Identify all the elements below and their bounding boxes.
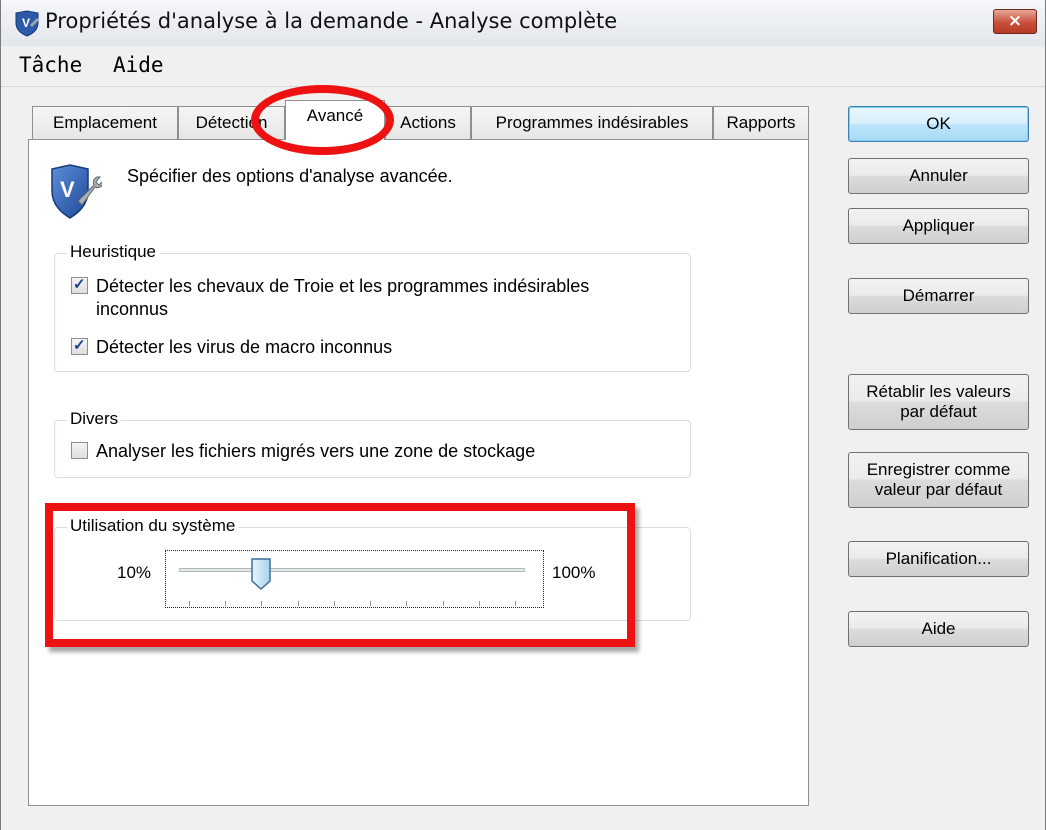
tab-actions[interactable]: Actions — [385, 106, 471, 139]
menu-tache[interactable]: Tâche — [19, 53, 82, 77]
enregistrer-button-label: Enregistrer comme valeur par défaut — [867, 460, 1011, 500]
retablir-line1: Rétablir les valeurs — [866, 382, 1011, 401]
tab-label: Détection — [195, 113, 268, 132]
retablir-defaut-button[interactable]: Rétablir les valeurs par défaut — [848, 374, 1029, 430]
dialog-window: V Propriétés d'analyse à la demande - An… — [0, 0, 1046, 830]
group-title-heuristique: Heuristique — [67, 242, 159, 262]
slider-tick — [261, 601, 263, 606]
slider-tick — [478, 601, 480, 606]
slider-max-label: 100% — [552, 563, 596, 582]
retablir-line2: par défaut — [900, 402, 977, 421]
checkbox-label: Détecter les virus de macro inconnus — [96, 337, 393, 357]
aide-button-label: Aide — [921, 619, 956, 638]
checkbox-label: Analyser les fichiers migrés vers une zo… — [96, 441, 536, 461]
menu-bar: Tâche Aide — [1, 46, 1045, 87]
slider-tick — [297, 601, 299, 606]
group-title-utilisation: Utilisation du système — [67, 516, 239, 536]
slider-tick — [225, 601, 227, 606]
checkbox-label-line1: Détecter les chevaux de Troie et les pro… — [96, 276, 590, 296]
tab-programmes-indesirables[interactable]: Programmes indésirables — [471, 106, 713, 139]
group-title-divers: Divers — [67, 409, 122, 429]
annuler-button-label: Annuler — [909, 166, 968, 185]
tab-rapports[interactable]: Rapports — [713, 106, 809, 139]
appliquer-button-label: Appliquer — [902, 216, 975, 235]
ok-button[interactable]: OK — [848, 106, 1029, 142]
svg-text:V: V — [22, 16, 30, 30]
enregistrer-line2: valeur par défaut — [874, 480, 1003, 499]
menu-tache-label: Tâche — [19, 53, 83, 77]
panel-header-text: Spécifier des options d'analyse avancée. — [127, 166, 453, 186]
slider-tick — [406, 601, 408, 606]
tab-label: Programmes indésirables — [495, 113, 689, 132]
slider-tick — [442, 601, 444, 606]
checkbox-virus-macro[interactable] — [71, 336, 88, 355]
system-usage-slider-thumb[interactable] — [251, 558, 272, 590]
enregistrer-defaut-button[interactable]: Enregistrer comme valeur par défaut — [848, 452, 1029, 508]
ok-button-label: OK — [926, 114, 951, 133]
tab-label: Emplacement — [53, 113, 157, 132]
menu-aide[interactable]: Aide — [113, 53, 164, 77]
annuler-button[interactable]: Annuler — [848, 158, 1029, 194]
title-bar[interactable]: V Propriétés d'analyse à la demande - An… — [1, 0, 1045, 46]
tab-avance[interactable]: Avancé — [285, 100, 385, 140]
checkbox-label-line2: inconnus — [96, 299, 169, 319]
tab-label: Rapports — [726, 113, 796, 132]
checkbox-label: Détecter les chevaux de Troie et les pro… — [96, 275, 589, 321]
slider-focus-rect — [165, 550, 544, 608]
tab-detection[interactable]: Détection — [178, 106, 285, 139]
planification-button[interactable]: Planification... — [848, 541, 1029, 577]
slider-tick — [333, 601, 335, 606]
slider-tick — [515, 601, 516, 606]
mcafee-shield-wrench-icon: V — [51, 164, 102, 219]
checkbox-fichiers-migres[interactable] — [71, 442, 88, 459]
close-button[interactable]: × — [993, 9, 1037, 34]
aide-button[interactable]: Aide — [848, 611, 1029, 647]
slider-tick — [189, 601, 190, 606]
tab-emplacement[interactable]: Emplacement — [32, 106, 178, 139]
svg-text:V: V — [60, 177, 75, 202]
menu-aide-label: Aide — [113, 53, 164, 77]
slider-min-label: 10% — [117, 563, 152, 582]
demarrer-button[interactable]: Démarrer — [848, 278, 1029, 314]
mcafee-app-icon: V — [15, 10, 39, 37]
close-icon: × — [1007, 11, 1023, 31]
window-title: Propriétés d'analyse à la demande - Anal… — [45, 9, 618, 33]
appliquer-button[interactable]: Appliquer — [848, 208, 1029, 244]
planification-button-label: Planification... — [885, 549, 992, 568]
checkbox-chevaux-troie[interactable] — [71, 275, 88, 294]
system-usage-slider-track[interactable] — [179, 568, 525, 572]
enregistrer-line1: Enregistrer comme — [866, 460, 1011, 479]
tab-label: Actions — [400, 113, 456, 132]
slider-tick — [370, 601, 372, 606]
retablir-button-label: Rétablir les valeurs par défaut — [866, 382, 1011, 422]
tab-label: Avancé — [306, 106, 364, 125]
demarrer-button-label: Démarrer — [902, 286, 975, 305]
